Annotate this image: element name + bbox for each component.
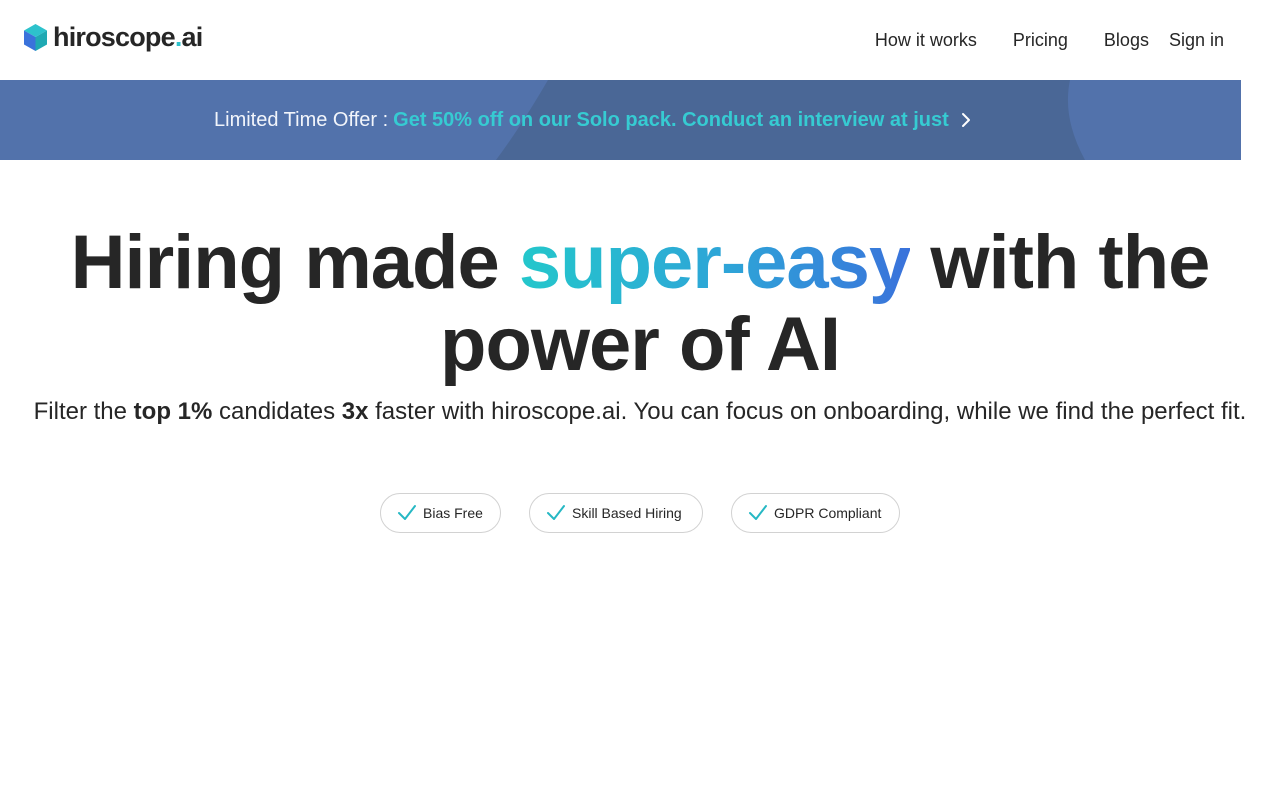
banner-offer-text[interactable]: Get 50% off on our Solo pack. Conduct an… bbox=[393, 109, 949, 132]
hexagon-logo-icon bbox=[24, 23, 47, 51]
feature-pill-gdpr-compliant: GDPR Compliant bbox=[731, 493, 900, 533]
feature-label: Bias Free bbox=[423, 505, 483, 521]
site-header: hiroscope.ai How it works Pricing Blogs … bbox=[0, 0, 1280, 80]
logo[interactable]: hiroscope.ai bbox=[24, 22, 203, 52]
promo-banner[interactable]: Limited Time Offer : Get 50% off on our … bbox=[0, 80, 1241, 160]
banner-prefix: Limited Time Offer : bbox=[214, 108, 389, 131]
hero-subtitle: Filter the top 1% candidates 3x faster w… bbox=[33, 398, 1247, 425]
hero-title-accent: super-easy bbox=[518, 220, 911, 305]
hero-title: Hiring made super-easy with the power of… bbox=[70, 220, 1211, 387]
check-icon bbox=[547, 505, 565, 520]
logo-wordmark: hiroscope.ai bbox=[53, 22, 203, 52]
nav-blogs[interactable]: Blogs bbox=[1104, 28, 1149, 52]
feature-pill-skill-based-hiring: Skill Based Hiring bbox=[529, 493, 703, 533]
nav-pricing[interactable]: Pricing bbox=[1013, 28, 1068, 52]
main-nav: How it works Pricing Blogs Sign in bbox=[875, 28, 1224, 52]
feature-pill-bias-free: Bias Free bbox=[380, 493, 501, 533]
check-icon bbox=[749, 505, 767, 520]
check-icon bbox=[398, 505, 416, 520]
banner-content: Limited Time Offer : Get 50% off on our … bbox=[214, 106, 971, 134]
chevron-right-icon[interactable] bbox=[961, 112, 971, 128]
feature-label: GDPR Compliant bbox=[774, 505, 882, 521]
nav-how-it-works[interactable]: How it works bbox=[875, 28, 977, 52]
feature-label: Skill Based Hiring bbox=[572, 505, 682, 521]
nav-sign-in[interactable]: Sign in bbox=[1169, 28, 1224, 52]
